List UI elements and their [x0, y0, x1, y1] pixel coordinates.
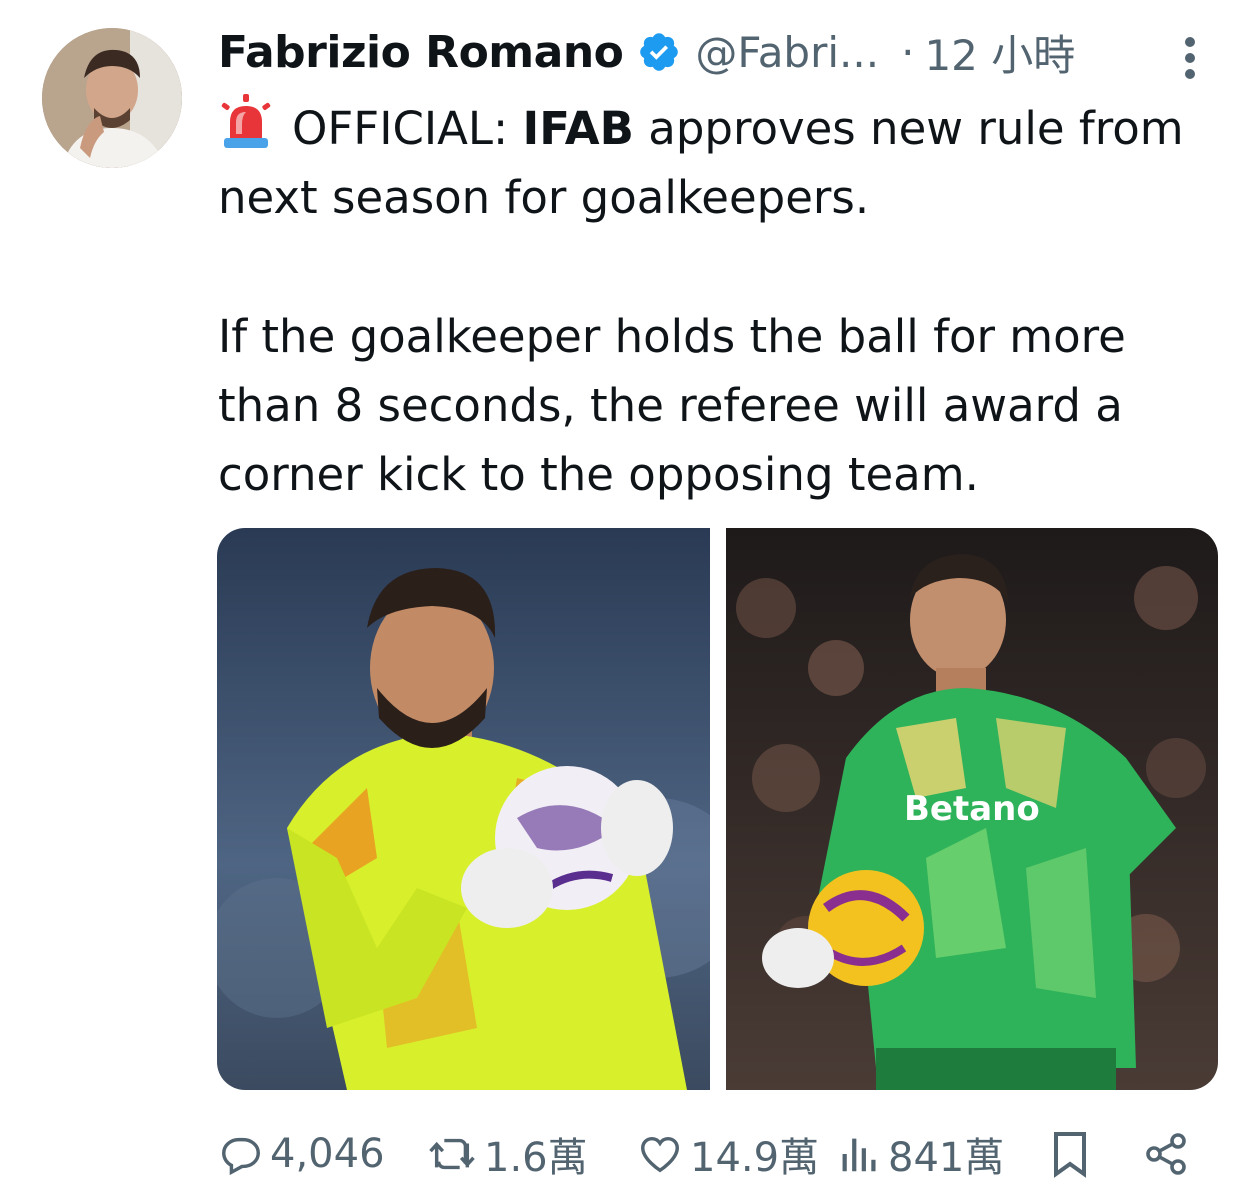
repost-count: 1.6萬 [484, 1135, 588, 1181]
action-bar: 4,046 1.6萬 14.9萬 841萬 [218, 1128, 1198, 1181]
views-button[interactable]: 841萬 [838, 1128, 1005, 1181]
tweet-paragraph-2: If the goalkeeper holds the ball for mor… [218, 310, 1126, 501]
tweet-text: OFFICIAL: IFAB approves new rule from ne… [218, 94, 1218, 509]
bookmark-button[interactable] [1050, 1128, 1090, 1180]
views-count: 841萬 [888, 1135, 1005, 1181]
author-handle[interactable]: @Fabri... [695, 28, 879, 77]
views-icon [838, 1131, 882, 1177]
tweet-official-prefix: OFFICIAL: [292, 102, 523, 155]
share-button[interactable] [1142, 1128, 1190, 1180]
author-avatar[interactable] [42, 28, 182, 168]
repost-icon [426, 1131, 478, 1177]
more-options-icon[interactable] [1178, 34, 1202, 82]
reply-button[interactable]: 4,046 [218, 1128, 385, 1180]
share-icon [1142, 1130, 1190, 1178]
like-count: 14.9萬 [690, 1135, 820, 1181]
tweet-header: Fabrizio Romano @Fabri... · 12 小時 [218, 22, 1075, 82]
media-photo-2[interactable]: Betano [725, 528, 1218, 1090]
tweet-media[interactable]: Betano [217, 528, 1218, 1090]
tweet-timestamp[interactable]: 12 小時 [924, 22, 1075, 83]
time-separator: · [901, 27, 915, 77]
reply-icon [218, 1131, 264, 1177]
reply-count: 4,046 [270, 1131, 385, 1177]
media-photo-1[interactable] [217, 528, 710, 1090]
heart-icon [636, 1131, 684, 1177]
like-button[interactable]: 14.9萬 [636, 1128, 820, 1181]
author-name[interactable]: Fabrizio Romano [218, 27, 624, 78]
verified-badge-icon[interactable] [637, 30, 681, 74]
repost-button[interactable]: 1.6萬 [426, 1128, 588, 1181]
tweet-paragraph-1: OFFICIAL: IFAB approves new rule from ne… [218, 94, 1218, 232]
tweet-ifab: IFAB [522, 102, 634, 155]
sponsor-text: Betano [904, 789, 1040, 829]
siren-emoji-icon [218, 94, 274, 150]
bookmark-icon [1050, 1130, 1090, 1178]
